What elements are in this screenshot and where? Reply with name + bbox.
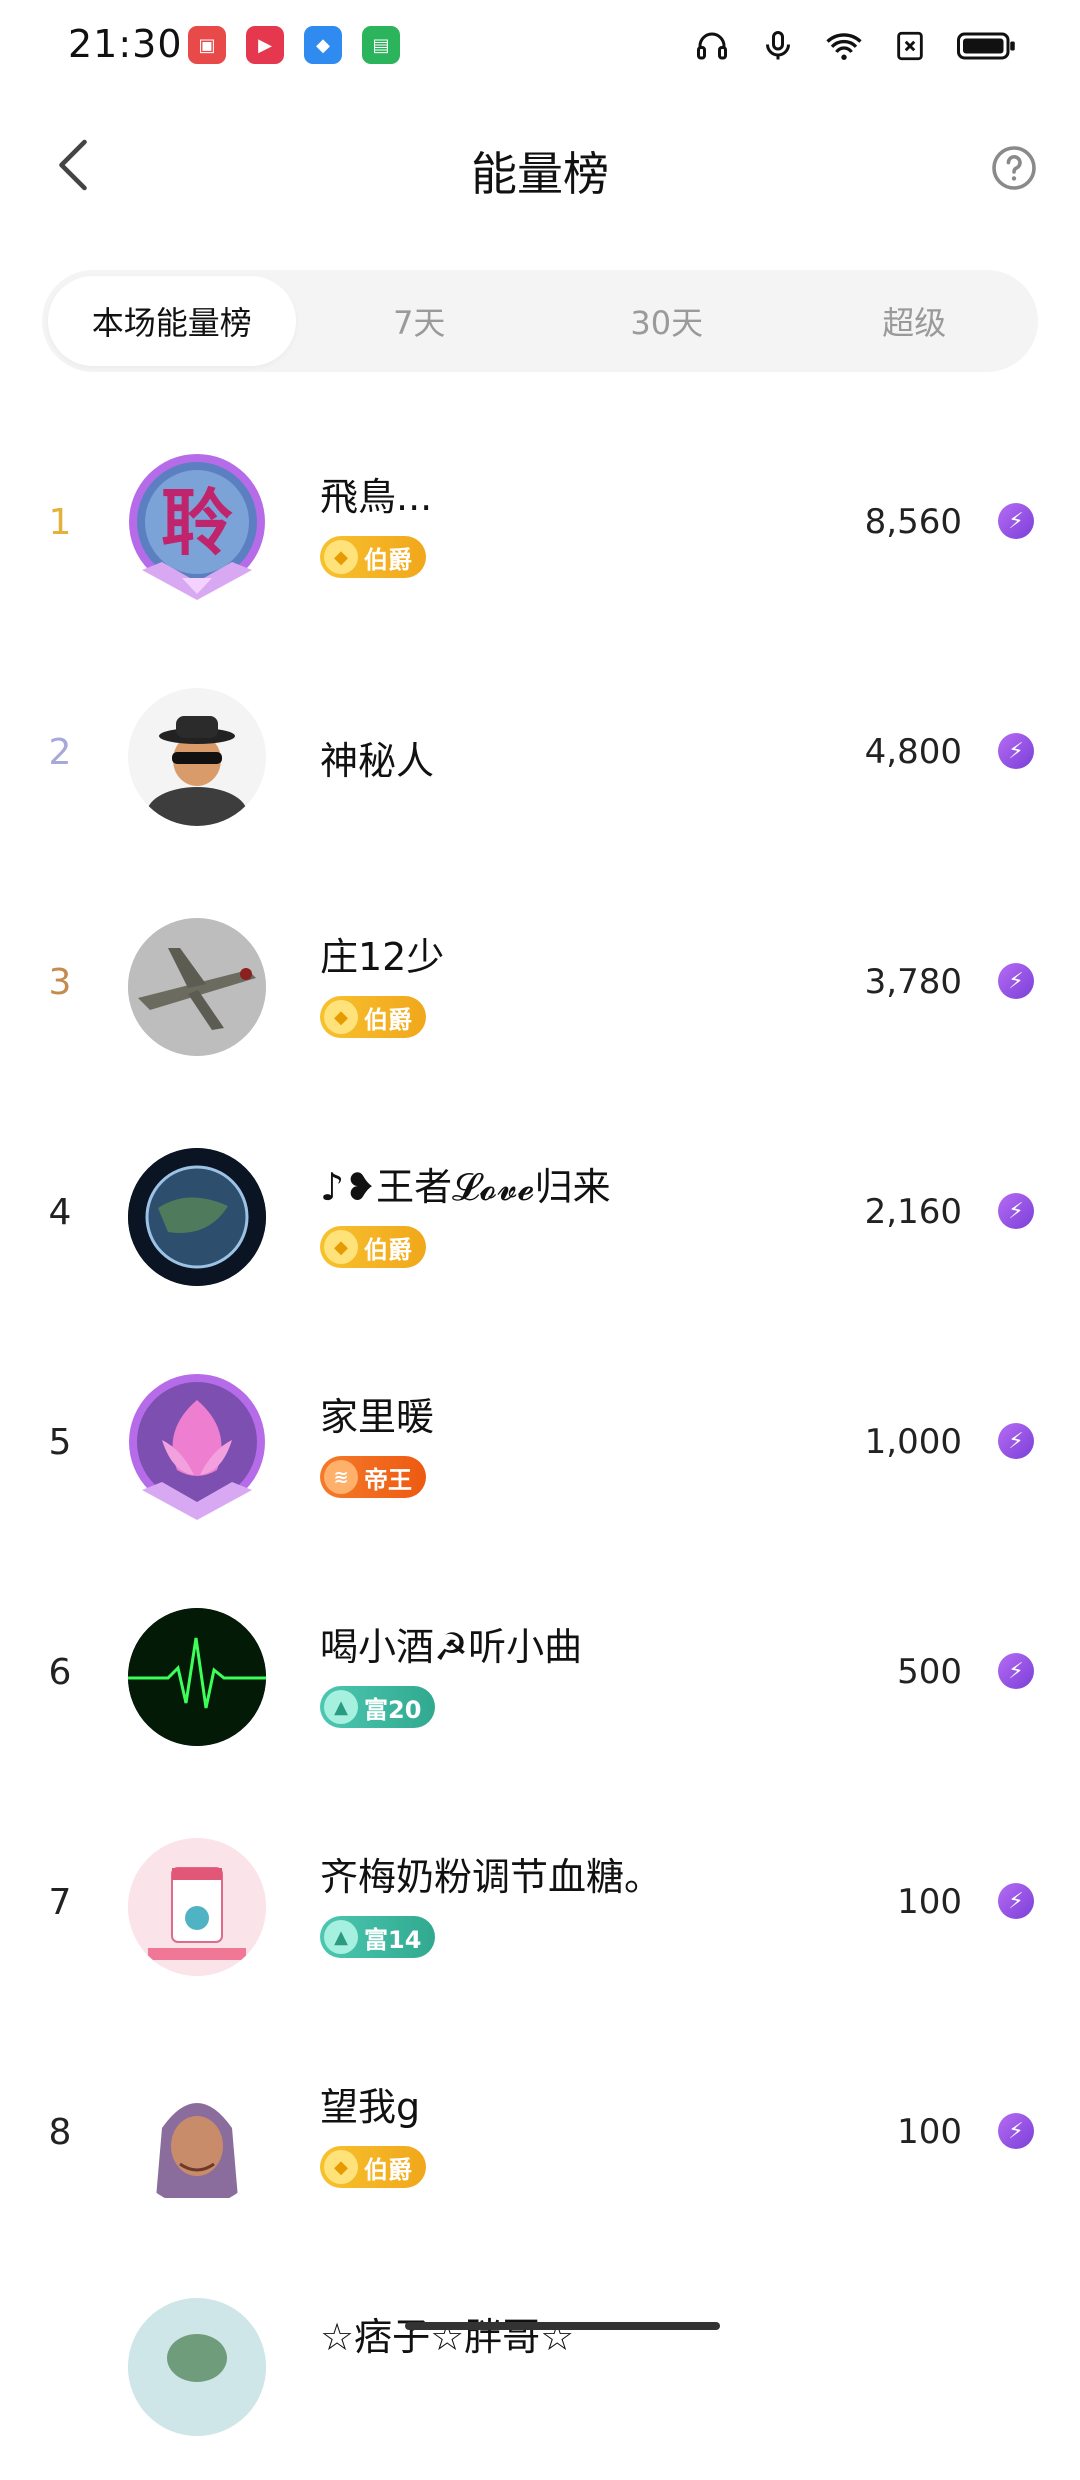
crown-icon: ◆ <box>324 1000 358 1034</box>
mic-icon <box>758 26 798 66</box>
app-icon-green-bag: ▤ <box>362 26 400 64</box>
avatar[interactable] <box>128 2298 266 2436</box>
badge-label: 富14 <box>364 1925 422 1954</box>
badge-label: 富20 <box>364 1695 422 1724</box>
leaderboard-row[interactable]: 1 聆 飛鳥... ◆ 伯爵 8,560 ⚡ <box>0 410 1080 640</box>
wifi-icon <box>824 26 864 66</box>
status-time: 21:30 <box>68 22 183 66</box>
avatar[interactable] <box>128 2068 266 2206</box>
user-name: ♪❥王者𝓛𝓸𝓿𝓮归来 <box>320 1165 611 1209</box>
tab-30-days[interactable]: 30天 <box>543 276 791 366</box>
energy-score: 2,160 <box>864 1192 962 1232</box>
energy-score: 3,780 <box>864 962 962 1002</box>
rank-number: 2 <box>48 732 72 773</box>
badge-label: 伯爵 <box>364 2155 412 2184</box>
app-icon-blue: ◆ <box>304 26 342 64</box>
avatar[interactable] <box>128 1608 266 1746</box>
rank-number: 1 <box>48 502 72 543</box>
badge-earl: ◆ 伯爵 <box>320 996 426 1038</box>
user-name: 庄12少 <box>320 935 445 979</box>
badge-label: 伯爵 <box>364 1235 412 1264</box>
avatar[interactable] <box>128 1374 266 1520</box>
badge-rich: ▲ 富20 <box>320 1686 436 1728</box>
user-name: 望我g <box>320 2085 421 2129</box>
rank-number: 6 <box>48 1652 72 1693</box>
avatar[interactable] <box>128 1148 266 1286</box>
triangle-icon: ▲ <box>324 1920 358 1954</box>
leaderboard-row[interactable]: 6 喝小酒☭听小曲 ▲ 富20 500 ⚡ <box>0 1560 1080 1790</box>
user-name: 飛鳥... <box>320 475 433 519</box>
leaderboard-row[interactable]: 7 齐梅奶粉调节血糖。 ▲ 富14 100 ⚡ <box>0 1790 1080 2020</box>
crown-icon: ◆ <box>324 2150 358 2184</box>
energy-score: 4,800 <box>864 732 962 772</box>
energy-score: 8,560 <box>864 502 962 542</box>
lightning-energy-icon: ⚡ <box>998 1423 1034 1459</box>
lightning-energy-icon: ⚡ <box>998 1883 1034 1919</box>
home-indicator[interactable] <box>405 2322 720 2330</box>
lightning-energy-icon: ⚡ <box>998 733 1034 769</box>
question-circle-icon <box>992 146 1036 190</box>
rank-number: 7 <box>48 1882 72 1923</box>
avatar[interactable] <box>128 688 266 826</box>
lightning-energy-icon: ⚡ <box>998 503 1034 539</box>
app-icon-red-tv: ▣ <box>188 26 226 64</box>
badge-label: 伯爵 <box>364 545 412 574</box>
badge-earl: ◆ 伯爵 <box>320 536 426 578</box>
leaderboard-list: 1 聆 飛鳥... ◆ 伯爵 8,560 ⚡ 2 神秘人 4,800 ⚡ 3 庄… <box>0 410 1080 2480</box>
tab-super[interactable]: 超级 <box>791 276 1039 366</box>
notification-app-icons: ▣ ▶ ◆ ▤ <box>188 26 400 64</box>
app-icon-video: ▶ <box>246 26 284 64</box>
leaderboard-row[interactable]: 2 神秘人 4,800 ⚡ <box>0 640 1080 870</box>
badge-label: 伯爵 <box>364 1005 412 1034</box>
energy-score: 500 <box>897 1652 962 1692</box>
period-tabs: 本场能量榜 7天 30天 超级 <box>42 270 1038 372</box>
lightning-energy-icon: ⚡ <box>998 1653 1034 1689</box>
rank-number: 5 <box>48 1422 72 1463</box>
user-name: 神秘人 <box>320 739 435 783</box>
rank-number: 3 <box>48 962 72 1003</box>
energy-score: 1,000 <box>864 1422 962 1462</box>
rank-number: 8 <box>48 2112 72 2153</box>
rank-number: 4 <box>48 1192 72 1233</box>
user-name: 家里暖 <box>320 1395 435 1439</box>
crown-icon: ◆ <box>324 1230 358 1264</box>
avatar[interactable] <box>128 1838 266 1976</box>
leaderboard-row[interactable]: ☆痞子☆胖哥☆ <box>0 2250 1080 2480</box>
lightning-energy-icon: ⚡ <box>998 1193 1034 1229</box>
user-name: ☆痞子☆胖哥☆ <box>320 2315 575 2359</box>
lightning-energy-icon: ⚡ <box>998 2113 1034 2149</box>
badge-emperor: ≋ 帝王 <box>320 1456 426 1498</box>
status-bar: 21:30 ▣ ▶ ◆ ▤ <box>0 0 1080 96</box>
crown-icon: ◆ <box>324 540 358 574</box>
leaderboard-row[interactable]: 4 ♪❥王者𝓛𝓸𝓿𝓮归来 ◆ 伯爵 2,160 ⚡ <box>0 1100 1080 1330</box>
energy-score: 100 <box>897 1882 962 1922</box>
headphones-icon <box>692 26 732 66</box>
status-icons <box>692 26 1018 66</box>
energy-score: 100 <box>897 2112 962 2152</box>
badge-earl: ◆ 伯爵 <box>320 2146 426 2188</box>
header: 能量榜 <box>0 110 1080 220</box>
leaderboard-row[interactable]: 5 家里暖 ≋ 帝王 1,000 ⚡ <box>0 1330 1080 1560</box>
leaderboard-row[interactable]: 3 庄12少 ◆ 伯爵 3,780 ⚡ <box>0 870 1080 1100</box>
avatar[interactable]: 聆 <box>128 454 266 600</box>
battery-icon <box>956 26 1018 66</box>
leaderboard-row[interactable]: 8 望我g ◆ 伯爵 100 ⚡ <box>0 2020 1080 2250</box>
page-title: 能量榜 <box>471 147 609 201</box>
tab-current-session[interactable]: 本场能量榜 <box>48 276 296 366</box>
user-name: 齐梅奶粉调节血糖。 <box>320 1855 663 1899</box>
chevrons-icon: ≋ <box>324 1460 358 1494</box>
lightning-energy-icon: ⚡ <box>998 963 1034 999</box>
avatar[interactable] <box>128 918 266 1056</box>
svg-text:聆: 聆 <box>161 480 233 565</box>
triangle-icon: ▲ <box>324 1690 358 1724</box>
sim-off-icon <box>890 26 930 66</box>
tab-7-days[interactable]: 7天 <box>296 276 544 366</box>
badge-label: 帝王 <box>364 1465 412 1494</box>
help-button[interactable] <box>990 144 1038 192</box>
badge-earl: ◆ 伯爵 <box>320 1226 426 1268</box>
user-name: 喝小酒☭听小曲 <box>320 1625 583 1669</box>
badge-rich: ▲ 富14 <box>320 1916 436 1958</box>
